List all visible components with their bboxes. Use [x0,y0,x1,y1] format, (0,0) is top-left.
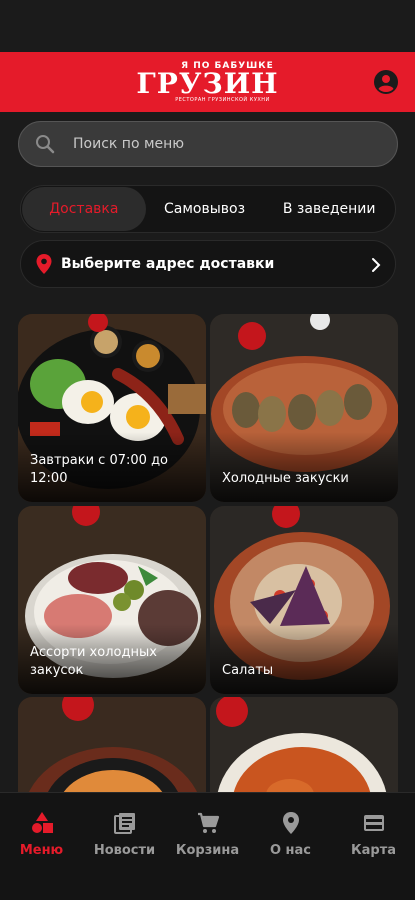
nav-cart[interactable]: Корзина [166,811,249,858]
order-type-tabs: Доставка Самовывоз В заведении [20,185,396,233]
location-pin-icon [282,812,299,834]
category-title: Ассорти холодных закусок [30,645,157,678]
search-placeholder: Поиск по меню [73,136,185,152]
app-header: Я ПО БАБУШКЕ ГРУЗИН РЕСТОРАН ГРУЗИНСКОЙ … [0,52,415,112]
address-label: Выберите адрес доставки [61,256,275,272]
logo-wordmark: ГРУЗИН [136,66,279,100]
tab-pickup[interactable]: Самовывоз [146,187,264,231]
delivery-address-button[interactable]: Выберите адрес доставки [20,240,396,288]
profile-icon[interactable] [373,69,399,95]
brand-logo: Я ПО БАБУШКЕ ГРУЗИН РЕСТОРАН ГРУЗИНСКОЙ … [136,61,279,103]
location-pin-icon [36,254,52,274]
nav-card[interactable]: Карта [332,811,415,858]
logo-subtitle: РЕСТОРАН ГРУЗИНСКОЙ КУХНИ [175,96,270,103]
nav-label: Корзина [175,843,240,858]
menu-shapes-icon [31,812,53,833]
bottom-navigation: Меню Новости Корзина О нас Карта [0,792,415,900]
nav-label: Меню [19,843,64,858]
cart-icon [197,812,219,833]
nav-label: Карта [350,843,396,858]
category-title: Салаты [222,663,274,678]
tab-delivery[interactable]: Доставка [22,187,146,231]
category-title: Завтраки с 07:00 до 12:00 [30,453,169,486]
category-card-cold-appetizers[interactable]: Холодные закуски [210,314,398,502]
nav-about[interactable]: О нас [249,811,332,858]
nav-menu[interactable]: Меню [0,811,83,858]
chevron-right-icon [372,258,381,272]
tab-dine-in[interactable]: В заведении [263,187,395,231]
card-icon [363,815,384,831]
nav-label: Новости [93,843,156,858]
category-card-salads[interactable]: Салаты [210,506,398,694]
category-card-cold-assorti[interactable]: Ассорти холодных закусок [18,506,206,694]
nav-label: О нас [269,843,312,858]
nav-news[interactable]: Новости [83,811,166,858]
news-icon [113,813,135,834]
status-bar [0,0,415,52]
category-card-breakfast[interactable]: Завтраки с 07:00 до 12:00 [18,314,206,502]
category-title: Холодные закуски [222,471,349,486]
search-icon [36,135,55,154]
search-input[interactable]: Поиск по меню [18,121,398,167]
